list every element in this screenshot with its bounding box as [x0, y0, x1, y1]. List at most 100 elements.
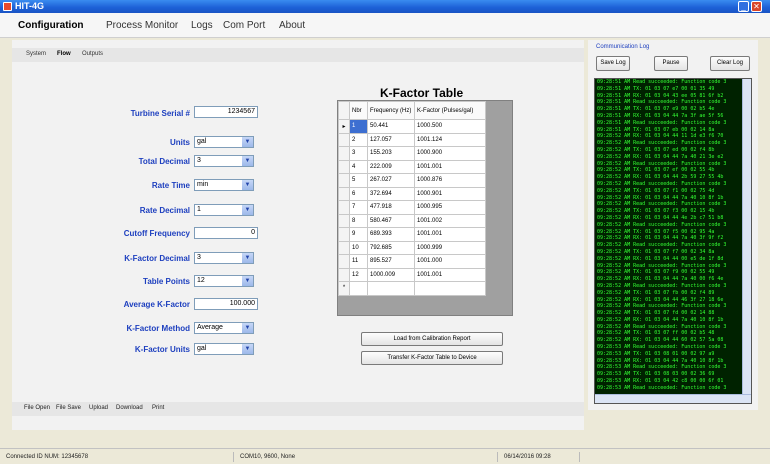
- kfactor-cell[interactable]: 1000.995: [414, 200, 486, 215]
- download-button[interactable]: Download: [116, 405, 143, 411]
- nbr-cell[interactable]: 9: [349, 227, 368, 242]
- frequency-cell[interactable]: 895.527: [367, 254, 415, 269]
- frequency-cell[interactable]: 50.441: [367, 119, 415, 134]
- row-selector[interactable]: [338, 254, 350, 269]
- frequency-cell[interactable]: 689.393: [367, 227, 415, 242]
- empty-cell[interactable]: [414, 281, 486, 296]
- pause-button[interactable]: Pause: [654, 56, 688, 71]
- frequency-cell[interactable]: 267.027: [367, 173, 415, 188]
- menu-configuration[interactable]: Configuration: [18, 20, 84, 32]
- upload-button[interactable]: Upload: [89, 405, 108, 411]
- table-row[interactable]: 8 580.467 1001.002: [338, 213, 486, 228]
- row-selector[interactable]: [338, 227, 350, 242]
- row-selector[interactable]: [338, 240, 350, 255]
- close-button[interactable]: ✕: [751, 1, 762, 12]
- clear-log-button[interactable]: Clear Log: [710, 56, 750, 71]
- kfactor-cell[interactable]: 1000.900: [414, 146, 486, 161]
- nbr-cell[interactable]: 10: [349, 240, 368, 255]
- nbr-cell[interactable]: 7: [349, 200, 368, 215]
- tab-flow[interactable]: Flow: [57, 51, 71, 57]
- table-row[interactable]: 2 127.057 1001.124: [338, 132, 486, 147]
- kfactor-cell[interactable]: 1001.001: [414, 267, 486, 282]
- table-row[interactable]: 7 477.918 1000.995: [338, 200, 486, 215]
- file-open-button[interactable]: File Open: [24, 405, 50, 411]
- row-selector[interactable]: [338, 186, 350, 201]
- cutoff-frequency-input[interactable]: 0: [194, 227, 258, 239]
- nbr-cell[interactable]: 12: [349, 267, 368, 282]
- table-points-select[interactable]: 12 ▼: [194, 275, 254, 287]
- load-calibration-report-button[interactable]: Load from Calibration Report: [361, 332, 503, 346]
- nbr-cell[interactable]: 5: [349, 173, 368, 188]
- frequency-cell[interactable]: 792.685: [367, 240, 415, 255]
- comm-log-output[interactable]: 09:28:51 AM Read succeeded: Function cod…: [594, 78, 752, 404]
- nbr-cell[interactable]: 11: [349, 254, 368, 269]
- rate-time-select[interactable]: min ▼: [194, 179, 254, 191]
- kfactor-cell[interactable]: 1001.002: [414, 213, 486, 228]
- row-selector[interactable]: [338, 213, 350, 228]
- row-selector[interactable]: [338, 267, 350, 282]
- nbr-cell[interactable]: 4: [349, 159, 368, 174]
- row-selector[interactable]: [338, 173, 350, 188]
- row-selector[interactable]: [338, 146, 350, 161]
- kfactor-cell[interactable]: 1000.500: [414, 119, 486, 134]
- save-log-button[interactable]: Save Log: [596, 56, 630, 71]
- frequency-cell[interactable]: 1000.009: [367, 267, 415, 282]
- kfactor-cell[interactable]: 1000.999: [414, 240, 486, 255]
- kfactor-cell[interactable]: 1000.876: [414, 173, 486, 188]
- table-row[interactable]: 11 895.527 1001.000: [338, 254, 486, 269]
- frequency-cell[interactable]: 155.203: [367, 146, 415, 161]
- kfactor-cell[interactable]: 1001.001: [414, 159, 486, 174]
- minimize-button[interactable]: _: [738, 1, 749, 12]
- nbr-cell[interactable]: 8: [349, 213, 368, 228]
- row-selector[interactable]: ▸: [338, 119, 350, 134]
- frequency-cell[interactable]: 372.694: [367, 186, 415, 201]
- table-row[interactable]: 6 372.694 1000.901: [338, 186, 486, 201]
- kfactor-cell[interactable]: 1000.901: [414, 186, 486, 201]
- total-decimal-select[interactable]: 3 ▼: [194, 155, 254, 167]
- log-horizontal-scrollbar[interactable]: [595, 394, 751, 403]
- empty-cell[interactable]: [349, 281, 368, 296]
- column-header-kfactor[interactable]: K-Factor (Pulses/gal): [414, 101, 486, 120]
- file-save-button[interactable]: File Save: [56, 405, 81, 411]
- nbr-cell[interactable]: 1: [349, 119, 368, 134]
- kfactor-method-select[interactable]: Average ▼: [194, 322, 254, 334]
- empty-cell[interactable]: [367, 281, 415, 296]
- table-row[interactable]: 5 267.027 1000.876: [338, 173, 486, 188]
- column-header-nbr[interactable]: Nbr: [349, 101, 368, 120]
- kfactor-decimal-select[interactable]: 3 ▼: [194, 252, 254, 264]
- nbr-cell[interactable]: 2: [349, 132, 368, 147]
- menu-com-port[interactable]: Com Port: [223, 20, 265, 32]
- tab-system[interactable]: System: [26, 51, 46, 57]
- menu-logs[interactable]: Logs: [191, 20, 213, 32]
- turbine-serial-input[interactable]: 1234567: [194, 106, 258, 118]
- row-selector[interactable]: [338, 159, 350, 174]
- new-row[interactable]: *: [338, 281, 486, 296]
- kfactor-cell[interactable]: 1001.124: [414, 132, 486, 147]
- tab-outputs[interactable]: Outputs: [82, 51, 103, 57]
- column-header-frequency[interactable]: Frequency (Hz): [367, 101, 415, 120]
- menu-process-monitor[interactable]: Process Monitor: [106, 20, 178, 32]
- row-selector[interactable]: [338, 132, 350, 147]
- menu-about[interactable]: About: [279, 20, 305, 32]
- frequency-cell[interactable]: 222.009: [367, 159, 415, 174]
- print-button[interactable]: Print: [152, 405, 164, 411]
- row-selector[interactable]: [338, 200, 350, 215]
- kfactor-cell[interactable]: 1001.001: [414, 227, 486, 242]
- kfactor-units-select[interactable]: gal ▼: [194, 343, 254, 355]
- transfer-kfactor-button[interactable]: Transfer K-Factor Table to Device: [361, 351, 503, 365]
- table-row[interactable]: 12 1000.009 1001.001: [338, 267, 486, 282]
- table-row[interactable]: 10 792.685 1000.999: [338, 240, 486, 255]
- table-row[interactable]: 4 222.009 1001.001: [338, 159, 486, 174]
- rate-decimal-select[interactable]: 1 ▼: [194, 204, 254, 216]
- nbr-cell[interactable]: 6: [349, 186, 368, 201]
- table-row[interactable]: 9 689.393 1001.001: [338, 227, 486, 242]
- nbr-cell[interactable]: 3: [349, 146, 368, 161]
- frequency-cell[interactable]: 580.467: [367, 213, 415, 228]
- log-vertical-scrollbar[interactable]: [742, 79, 751, 395]
- frequency-cell[interactable]: 477.918: [367, 200, 415, 215]
- table-row[interactable]: 3 155.203 1000.900: [338, 146, 486, 161]
- kfactor-cell[interactable]: 1001.000: [414, 254, 486, 269]
- frequency-cell[interactable]: 127.057: [367, 132, 415, 147]
- table-row[interactable]: ▸ 1 50.441 1000.500: [338, 119, 486, 134]
- average-kfactor-input[interactable]: 100.000: [194, 298, 258, 310]
